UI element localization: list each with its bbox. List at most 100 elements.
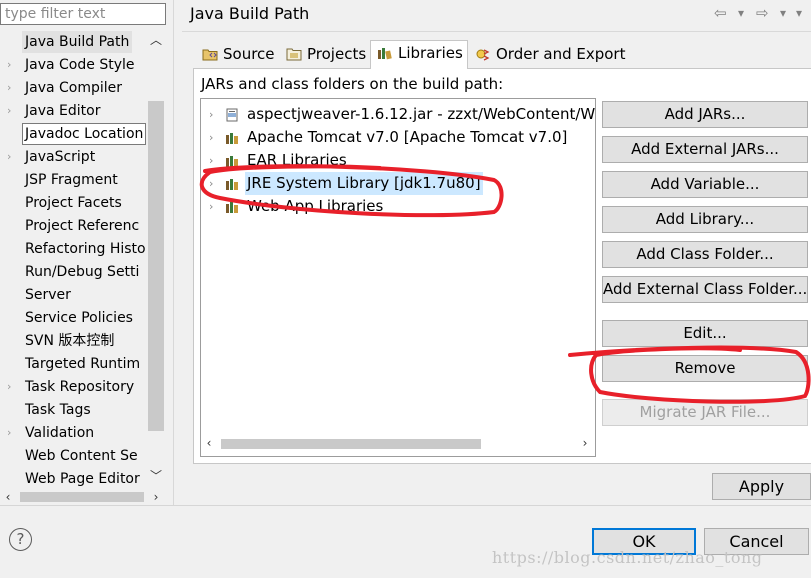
tree-item[interactable]: JSP Fragment: [0, 169, 146, 192]
scroll-down-icon[interactable]: ﹀: [146, 467, 166, 485]
build-path-label: JARs and class folders on the build path…: [201, 75, 504, 93]
tree-item-label: Refactoring Histo: [25, 241, 146, 257]
tree-item[interactable]: Targeted Runtim: [0, 353, 146, 376]
tab-projects[interactable]: Projects: [280, 43, 370, 68]
tree-item-label: Targeted Runtim: [25, 356, 141, 372]
tree-item[interactable]: Java Build Path: [0, 31, 146, 54]
tree-item[interactable]: Project Facets: [0, 192, 146, 215]
build-path-entry-label: Apache Tomcat v7.0 [Apache Tomcat v7.0]: [247, 128, 568, 146]
tree-item-label: Java Build Path: [22, 31, 133, 53]
expand-arrow-icon[interactable]: ›: [209, 172, 213, 195]
library-icon: [226, 156, 238, 167]
tree-item-label: JavaScript: [25, 149, 96, 165]
title-separator: [182, 31, 811, 32]
tree-vertical-scrollbar[interactable]: ︿ ﹀: [146, 31, 166, 489]
expand-arrow-icon[interactable]: ›: [7, 146, 17, 168]
tree-item[interactable]: Task Tags: [0, 399, 146, 422]
build-path-entry-label: aspectjweaver-1.6.12.jar - zzxt/WebConte…: [247, 105, 596, 123]
source-folder-icon: [202, 49, 218, 61]
tree-item-label: Web Content Se: [25, 448, 138, 464]
filter-input[interactable]: [0, 3, 166, 25]
expand-arrow-icon[interactable]: ›: [209, 103, 213, 126]
expand-arrow-icon[interactable]: ›: [7, 54, 17, 76]
tree-item[interactable]: Run/Debug Setti: [0, 261, 146, 284]
projects-icon: [286, 48, 302, 61]
scroll-right-icon[interactable]: ›: [148, 489, 164, 505]
build-path-entry-label: JRE System Library [jdk1.7u80]: [245, 172, 483, 195]
remove-button[interactable]: Remove: [602, 355, 808, 382]
tab-libraries[interactable]: Libraries: [370, 40, 468, 69]
footer-separator: [0, 505, 811, 506]
apply-button[interactable]: Apply: [712, 473, 811, 500]
tree-item[interactable]: Web Page Editor: [0, 468, 146, 489]
add-variable-button[interactable]: Add Variable...: [602, 171, 808, 198]
tree-item[interactable]: › Java Compiler: [0, 77, 146, 100]
entries-horizontal-scrollbar[interactable]: ‹ ›: [201, 435, 595, 452]
back-icon[interactable]: ⇦: [714, 4, 727, 22]
tree-item[interactable]: › Java Code Style: [0, 54, 146, 77]
tree-item[interactable]: › Validation: [0, 422, 146, 445]
tree-item[interactable]: › Java Editor: [0, 100, 146, 123]
tree-item-label: Java Editor: [25, 103, 101, 119]
tab-source-label: Source: [223, 45, 275, 63]
tree-item[interactable]: Service Policies: [0, 307, 146, 330]
tab-source[interactable]: Source: [196, 43, 277, 68]
tree-item[interactable]: Web Content Se: [0, 445, 146, 468]
expand-arrow-icon[interactable]: ›: [209, 149, 213, 172]
scroll-right-icon[interactable]: ›: [577, 435, 593, 452]
library-icon: [226, 202, 238, 213]
tree-item[interactable]: Server: [0, 284, 146, 307]
tree-item[interactable]: Project Referenc: [0, 215, 146, 238]
forward-dropdown-icon[interactable]: ▾: [780, 6, 786, 20]
expand-arrow-icon[interactable]: ›: [7, 422, 17, 444]
tree-item-label: Javadoc Location: [22, 123, 146, 145]
scroll-left-icon[interactable]: ‹: [201, 435, 217, 452]
add-class-folder-button[interactable]: Add Class Folder...: [602, 241, 808, 268]
tree-item[interactable]: › JavaScript: [0, 146, 146, 169]
tree-item[interactable]: Refactoring Histo: [0, 238, 146, 261]
order-export-icon: [476, 49, 490, 61]
back-dropdown-icon[interactable]: ▾: [738, 6, 744, 20]
scroll-thumb[interactable]: [148, 101, 164, 431]
expand-arrow-icon[interactable]: ›: [209, 195, 213, 218]
jar-icon: [226, 108, 238, 122]
tab-order-and-export[interactable]: Order and Export: [469, 43, 629, 68]
tree-horizontal-scrollbar[interactable]: ‹ ›: [0, 489, 166, 505]
page-title: Java Build Path: [190, 4, 310, 23]
tree-item-label: Java Compiler: [25, 80, 123, 96]
expand-arrow-icon[interactable]: ›: [209, 126, 213, 149]
tab-libraries-label: Libraries: [398, 44, 463, 62]
edit-button[interactable]: Edit...: [602, 320, 808, 347]
build-path-entries: › aspectjweaver-1.6.12.jar - zzxt/WebCont…: [200, 98, 596, 457]
expand-arrow-icon[interactable]: ›: [7, 376, 17, 398]
tree-item-label: Project Facets: [25, 195, 122, 211]
scroll-up-icon[interactable]: ︿: [146, 31, 166, 49]
tree-item[interactable]: SVN 版本控制: [0, 330, 146, 353]
pane-divider[interactable]: [173, 0, 174, 505]
tree-item-label: Validation: [25, 425, 95, 441]
tree-item[interactable]: › Task Repository: [0, 376, 146, 399]
preference-tree: Java Build Path › Java Code Style › Java Com…: [0, 31, 146, 489]
tree-item-label: Java Code Style: [25, 57, 135, 73]
history-navigation: ⇦ ▾ ⇨ ▾ ▾: [712, 4, 807, 24]
tree-item-label: JSP Fragment: [25, 172, 118, 188]
scroll-left-icon[interactable]: ‹: [0, 489, 16, 505]
add-jars-button[interactable]: Add JARs...: [602, 101, 808, 128]
view-menu-icon[interactable]: ▾: [796, 6, 802, 20]
tab-order-and-export-label: Order and Export: [496, 45, 626, 63]
expand-arrow-icon[interactable]: ›: [7, 77, 17, 99]
tree-item-label: Web Page Editor: [25, 471, 140, 487]
expand-arrow-icon[interactable]: ›: [7, 100, 17, 122]
library-icon: [226, 179, 238, 190]
add-external-class-folder-button[interactable]: Add External Class Folder...: [602, 276, 808, 303]
tab-projects-label: Projects: [307, 45, 367, 63]
add-library-button[interactable]: Add Library...: [602, 206, 808, 233]
scroll-thumb[interactable]: [221, 439, 481, 449]
watermark: https://blog.csdn.net/zhao_tong: [492, 548, 763, 567]
forward-icon[interactable]: ⇨: [756, 4, 769, 22]
help-icon[interactable]: ?: [9, 528, 32, 551]
add-external-jars-button[interactable]: Add External JARs...: [602, 136, 808, 163]
scroll-thumb[interactable]: [20, 492, 144, 502]
tree-item-label: Run/Debug Setti: [25, 264, 140, 280]
tree-item[interactable]: Javadoc Location: [0, 123, 146, 146]
